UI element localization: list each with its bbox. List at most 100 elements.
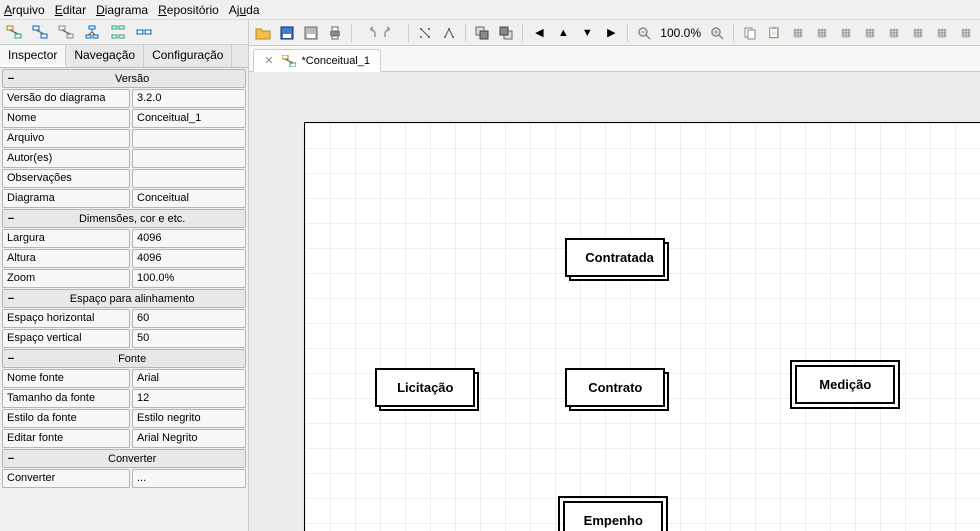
entity-licitacao[interactable]: Licitação — [375, 368, 475, 407]
save-as-icon[interactable] — [301, 23, 321, 43]
send-back-icon[interactable] — [496, 23, 516, 43]
prop-val[interactable]: 50 — [132, 329, 246, 348]
prop-key: Nome fonte — [2, 369, 130, 388]
inspector-panel[interactable]: − Versão Versão do diagrama3.2.0 NomeCon… — [0, 68, 248, 531]
arrow-down-icon[interactable]: ▼ — [577, 23, 597, 43]
save-icon[interactable] — [277, 23, 297, 43]
undo-icon[interactable] — [358, 23, 378, 43]
arrow-right-icon[interactable]: ▶ — [601, 23, 621, 43]
prop-key: Espaço horizontal — [2, 309, 130, 328]
entity-empenho[interactable]: Empenho — [563, 501, 663, 531]
paste-icon[interactable]: 📋 — [764, 23, 784, 43]
prop-val[interactable]: 60 — [132, 309, 246, 328]
document-tabs: ✕ *Conceitual_1 — [249, 46, 980, 72]
section-dimensoes[interactable]: −Dimensões, cor e etc. — [2, 209, 246, 228]
left-panel: Inspector Navegação Configuração − Versã… — [0, 20, 249, 531]
diagram-tool-icon-6[interactable] — [136, 24, 152, 40]
disabled-tool-icon: ▦ — [884, 23, 904, 43]
prop-key: Versão do diagrama — [2, 89, 130, 108]
doc-tab-conceitual[interactable]: ✕ *Conceitual_1 — [253, 49, 381, 72]
prop-val[interactable]: 4096 — [132, 229, 246, 248]
prop-key: Nome — [2, 109, 130, 128]
prop-val[interactable]: 12 — [132, 389, 246, 408]
prop-key: Estilo da fonte — [2, 409, 130, 428]
menu-diagrama[interactable]: Diagrama — [96, 3, 148, 17]
canvas-page[interactable]: Contratada Licitação Contrato Medição Em… — [304, 122, 980, 531]
collapse-icon[interactable]: − — [3, 453, 19, 465]
canvas[interactable]: Contratada Licitação Contrato Medição Em… — [249, 72, 980, 531]
prop-val[interactable]: 4096 — [132, 249, 246, 268]
collapse-icon[interactable]: − — [3, 213, 19, 225]
prop-key: Autor(es) — [2, 149, 130, 168]
entity-contratada[interactable]: Contratada — [565, 238, 665, 277]
prop-val[interactable]: Estilo negrito — [132, 409, 246, 428]
folder-open-icon[interactable] — [253, 23, 273, 43]
prop-val[interactable]: Conceitual — [132, 189, 246, 208]
diagram-tool-icon-3[interactable] — [58, 24, 74, 40]
copy-icon[interactable] — [740, 23, 760, 43]
disabled-tool-icon: ▦ — [836, 23, 856, 43]
redo-icon[interactable] — [382, 23, 402, 43]
prop-val[interactable] — [132, 149, 246, 168]
collapse-icon[interactable]: − — [3, 73, 19, 85]
disabled-tool-icon: ▦ — [956, 23, 976, 43]
menubar: AArquivorquivo Editar Diagrama Repositór… — [0, 0, 980, 20]
bring-front-icon[interactable] — [472, 23, 492, 43]
zoom-out-icon[interactable] — [634, 23, 654, 43]
left-tabs: Inspector Navegação Configuração — [0, 44, 248, 68]
section-espaco[interactable]: −Espaço para alinhamento — [2, 289, 246, 308]
section-title: Dimensões, cor e etc. — [19, 213, 245, 225]
section-converter[interactable]: −Converter — [2, 449, 246, 468]
prop-val[interactable] — [132, 169, 246, 188]
section-title: Versão — [19, 73, 245, 85]
arrow-left-icon[interactable]: ◀ — [529, 23, 549, 43]
menu-editar[interactable]: Editar — [55, 3, 86, 17]
diagram-tool-icon-4[interactable] — [84, 24, 100, 40]
prop-val[interactable]: Arial Negrito — [132, 429, 246, 448]
entity-medicao[interactable]: Medição — [795, 365, 895, 404]
collapse-icon[interactable]: − — [3, 353, 19, 365]
diagram-tool-icon-1[interactable] — [6, 24, 22, 40]
diagram-type-icon — [282, 55, 296, 67]
prop-key: Observações — [2, 169, 130, 188]
prop-val[interactable] — [132, 129, 246, 148]
prop-key: Tamanho da fonte — [2, 389, 130, 408]
tab-inspector[interactable]: Inspector — [0, 45, 66, 67]
tab-configuracao[interactable]: Configuração — [144, 45, 232, 67]
prop-key: Diagrama — [2, 189, 130, 208]
print-icon[interactable] — [325, 23, 345, 43]
doc-tab-title: *Conceitual_1 — [302, 55, 371, 67]
align-tool-icon-2[interactable] — [439, 23, 459, 43]
diagram-tool-icon-5[interactable] — [110, 24, 126, 40]
align-tool-icon[interactable] — [415, 23, 435, 43]
zoom-in-icon[interactable] — [707, 23, 727, 43]
prop-val[interactable]: 100.0% — [132, 269, 246, 288]
prop-val[interactable]: 3.2.0 — [132, 89, 246, 108]
close-icon[interactable]: ✕ — [264, 54, 273, 67]
prop-val[interactable]: Arial — [132, 369, 246, 388]
prop-key: Altura — [2, 249, 130, 268]
entity-contrato[interactable]: Contrato — [565, 368, 665, 407]
prop-key: Arquivo — [2, 129, 130, 148]
section-title: Espaço para alinhamento — [19, 293, 245, 305]
section-fonte[interactable]: −Fonte — [2, 349, 246, 368]
arrow-up-icon[interactable]: ▲ — [553, 23, 573, 43]
prop-key: Converter — [2, 469, 130, 488]
prop-key: Espaço vertical — [2, 329, 130, 348]
tab-navegacao[interactable]: Navegação — [66, 45, 144, 67]
menu-arquivo[interactable]: AArquivorquivo — [4, 3, 45, 17]
menu-ajuda[interactable]: Ajuda — [229, 3, 260, 17]
prop-val[interactable]: ... — [132, 469, 246, 488]
diagram-tool-icon-2[interactable] — [32, 24, 48, 40]
disabled-tool-icon: ▦ — [860, 23, 880, 43]
section-title: Fonte — [19, 353, 245, 365]
prop-val[interactable]: Conceitual_1 — [132, 109, 246, 128]
right-panel: ◀ ▲ ▼ ▶ 100.0% 📋 ▦ ▦ ▦ ▦ ▦ ▦ ▦ ▦ ✕ *Conc… — [249, 20, 980, 531]
main-toolbar: ◀ ▲ ▼ ▶ 100.0% 📋 ▦ ▦ ▦ ▦ ▦ ▦ ▦ ▦ — [249, 20, 980, 46]
collapse-icon[interactable]: − — [3, 293, 19, 305]
disabled-tool-icon: ▦ — [908, 23, 928, 43]
section-versao[interactable]: − Versão — [2, 69, 246, 88]
menu-repositorio[interactable]: Repositório — [158, 3, 219, 17]
disabled-tool-icon: ▦ — [812, 23, 832, 43]
zoom-value: 100.0% — [658, 26, 703, 40]
